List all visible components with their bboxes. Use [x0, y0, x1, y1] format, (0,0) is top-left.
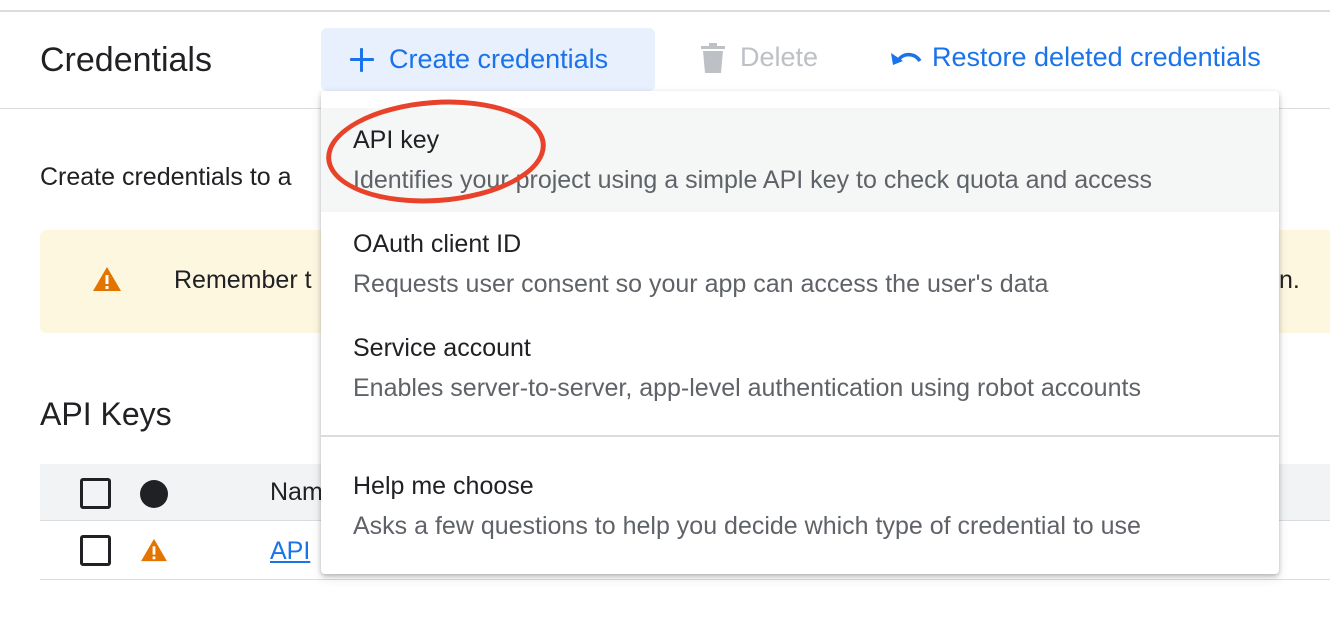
undo-icon	[891, 52, 922, 65]
menu-item-api-key[interactable]: API key Identifies your project using a …	[321, 108, 1279, 212]
warning-icon	[93, 267, 121, 291]
api-keys-title: API Keys	[40, 396, 172, 432]
api-key-link[interactable]: API	[270, 537, 310, 566]
create-credentials-button[interactable]: Create credentials	[321, 28, 655, 91]
menu-item-title: OAuth client ID	[353, 230, 522, 258]
menu-item-title: API key	[353, 126, 440, 154]
menu-item-title: Service account	[353, 334, 531, 362]
plus-icon	[349, 47, 375, 73]
banner-text: Remember t	[174, 266, 312, 294]
create-credentials-label: Create credentials	[389, 44, 609, 74]
menu-item-description: Requests user consent so your app can ac…	[353, 270, 1049, 298]
warning-icon	[141, 538, 167, 562]
delete-label: Delete	[740, 42, 819, 72]
menu-item-help-me-choose[interactable]: Help me choose Asks a few questions to h…	[321, 454, 1279, 558]
select-all-checkbox[interactable]	[80, 478, 111, 509]
menu-item-service-account[interactable]: Service account Enables server-to-server…	[321, 316, 1279, 420]
trash-icon	[701, 42, 725, 73]
menu-item-title: Help me choose	[353, 472, 534, 500]
menu-item-description: Asks a few questions to help you decide …	[353, 512, 1141, 540]
menu-divider	[321, 435, 1279, 437]
intro-text: Create credentials to a	[40, 163, 292, 191]
top-divider	[0, 10, 1330, 12]
create-credentials-menu: API key Identifies your project using a …	[321, 91, 1279, 574]
status-dot-icon	[140, 480, 168, 508]
row-checkbox[interactable]	[80, 535, 111, 566]
column-header-name[interactable]: Nam	[270, 478, 323, 507]
page-title: Credentials	[40, 41, 212, 79]
menu-item-description: Enables server-to-server, app-level auth…	[353, 374, 1141, 402]
menu-item-oauth-client-id[interactable]: OAuth client ID Requests user consent so…	[321, 212, 1279, 316]
delete-button[interactable]: Delete	[700, 42, 818, 73]
menu-item-description: Identifies your project using a simple A…	[353, 166, 1153, 194]
restore-deleted-credentials-button[interactable]: Restore deleted credentials	[890, 42, 1261, 73]
restore-label: Restore deleted credentials	[932, 42, 1261, 72]
banner-text-tail: n.	[1279, 266, 1300, 294]
